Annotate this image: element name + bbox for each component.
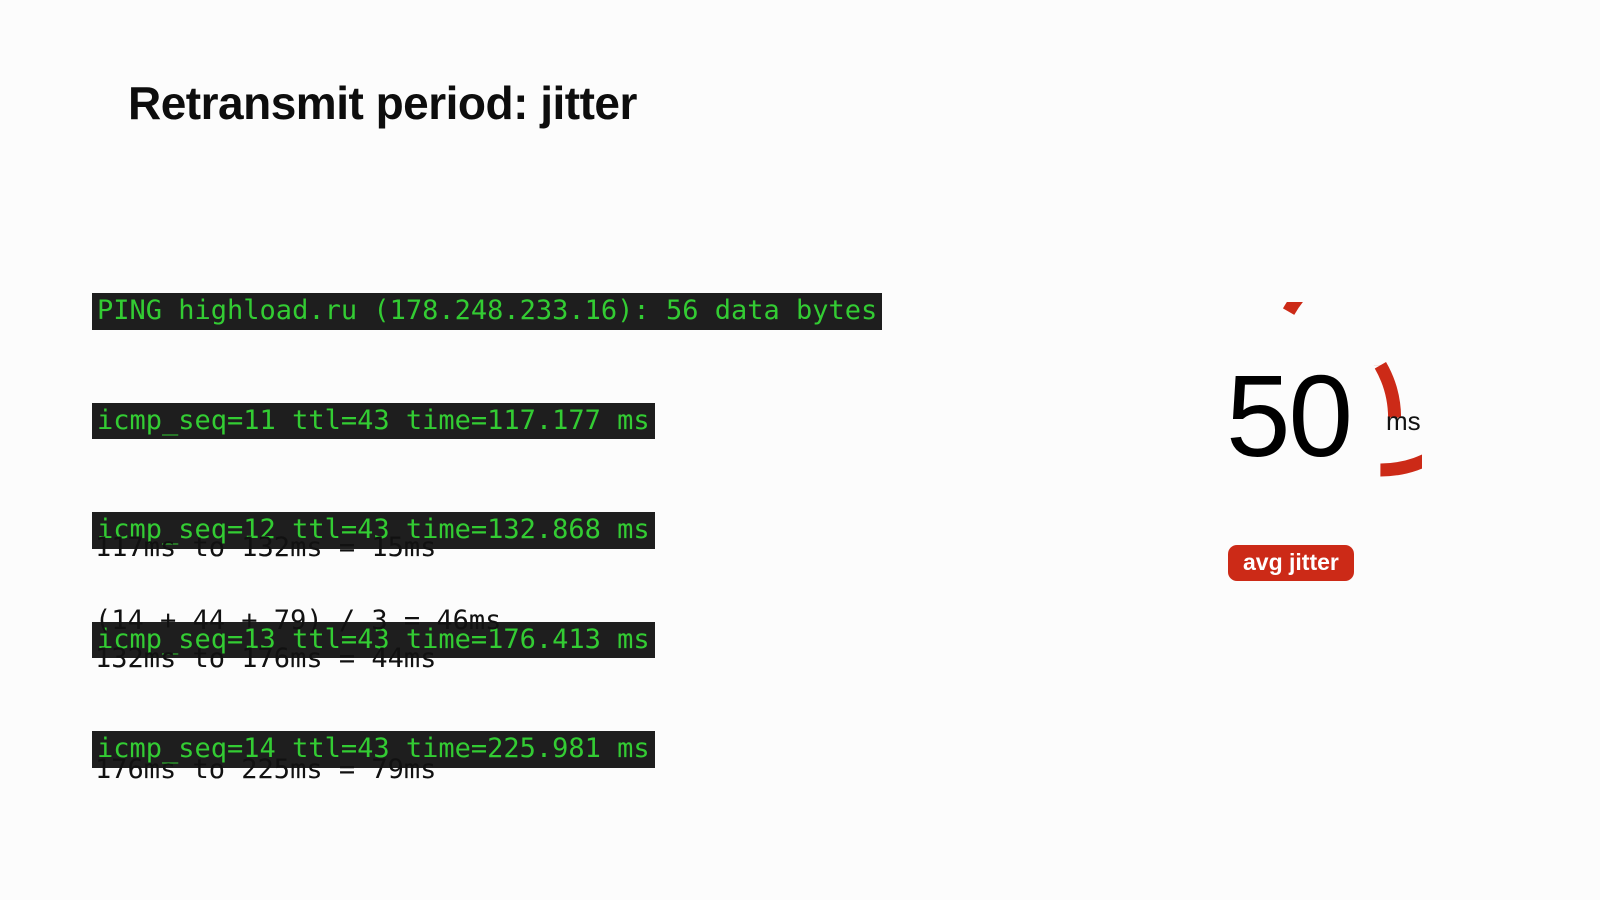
status-badge: avg jitter [1228, 545, 1354, 582]
jitter-delta-line: 132ms to 176ms = 44ms [95, 643, 437, 674]
avg-jitter-gauge: 50 ms avg jitter [1176, 302, 1422, 594]
gauge-value: 50 [1225, 351, 1353, 481]
slide-root: Retransmit period: jitter PING highload.… [0, 0, 1600, 900]
jitter-delta-line: 117ms to 132ms = 15ms [95, 532, 437, 563]
jitter-delta-list: 117ms to 132ms = 15ms 132ms to 176ms = 4… [95, 455, 436, 862]
terminal-line: icmp_seq=11 ttl=43 time=117.177 ms [92, 402, 655, 439]
page-title: Retransmit period: jitter [128, 77, 637, 129]
jitter-delta-line: 176ms to 225ms = 79ms [95, 754, 437, 785]
jitter-average-formula: (14 + 44 + 79) / 3 = 46ms [95, 605, 502, 636]
terminal-line: PING highload.ru (178.248.233.16): 56 da… [92, 293, 883, 330]
gauge-unit-label: ms [1386, 406, 1421, 436]
